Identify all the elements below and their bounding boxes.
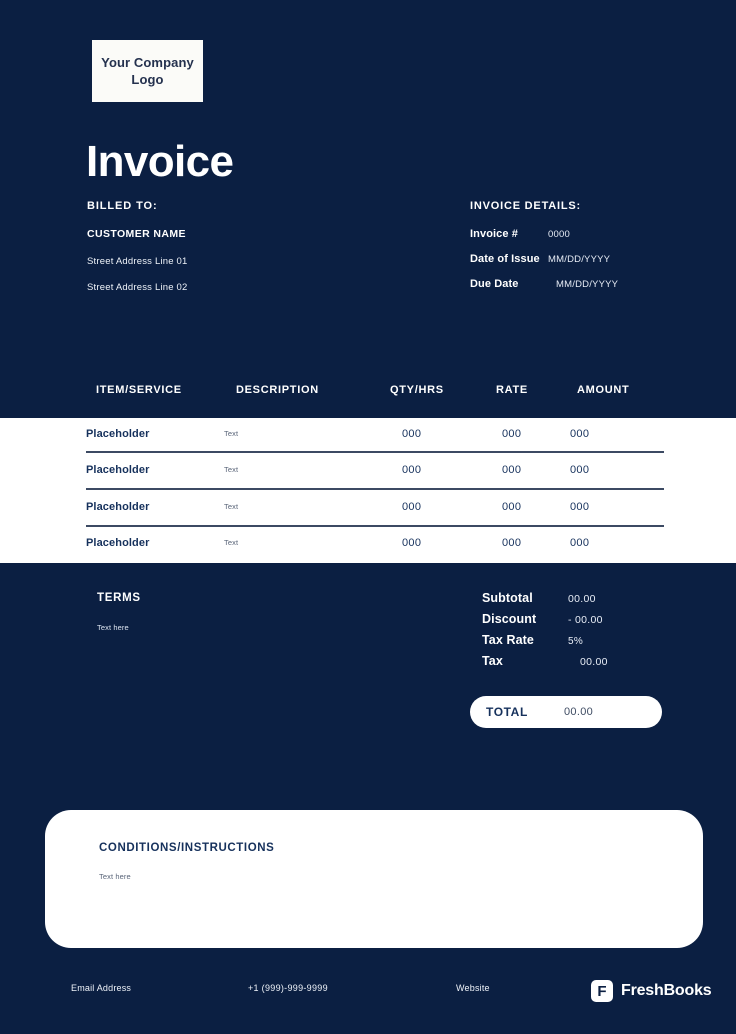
row-item[interactable]: Placeholder xyxy=(86,533,149,553)
date-of-issue-label: Date of Issue xyxy=(470,253,540,265)
row-amount[interactable]: 000 xyxy=(570,497,589,517)
footer-email[interactable]: Email Address xyxy=(71,983,131,993)
row-description[interactable]: Text xyxy=(224,533,238,553)
line-items-table-body: Placeholder Text 000 000 000 Placeholder… xyxy=(0,418,736,563)
total-row: TOTAL 00.00 xyxy=(470,696,662,728)
terms-text[interactable]: Text here xyxy=(97,623,141,632)
subtotal-row: Subtotal 00.00 xyxy=(482,591,682,605)
footer-phone[interactable]: +1 (999)-999-9999 xyxy=(248,983,328,993)
conditions-text[interactable]: Text here xyxy=(99,872,131,881)
row-description[interactable]: Text xyxy=(224,424,238,444)
table-row[interactable]: Placeholder Text 000 000 000 xyxy=(0,460,736,496)
row-item[interactable]: Placeholder xyxy=(86,497,149,517)
row-qty[interactable]: 000 xyxy=(402,533,421,553)
conditions-heading: CONDITIONS/INSTRUCTIONS xyxy=(99,842,275,854)
table-row[interactable]: Placeholder Text 000 000 000 xyxy=(0,497,736,533)
row-divider xyxy=(86,525,664,527)
row-rate[interactable]: 000 xyxy=(502,424,521,444)
row-qty[interactable]: 000 xyxy=(402,424,421,444)
invoice-number-label: Invoice # xyxy=(470,228,518,240)
freshbooks-wordmark: FreshBooks xyxy=(621,982,712,999)
row-rate[interactable]: 000 xyxy=(502,460,521,480)
table-row[interactable]: Placeholder Text 000 000 000 xyxy=(0,424,736,460)
row-qty[interactable]: 000 xyxy=(402,497,421,517)
row-item[interactable]: Placeholder xyxy=(86,424,149,444)
date-of-issue-value[interactable]: MM/DD/YYYY xyxy=(548,254,610,265)
tax-rate-value[interactable]: 5% xyxy=(568,636,583,647)
tax-rate-label: Tax Rate xyxy=(482,633,534,647)
invoice-details-heading: INVOICE DETAILS: xyxy=(470,200,581,212)
address-line-1[interactable]: Street Address Line 01 xyxy=(87,256,417,267)
footer-website[interactable]: Website xyxy=(456,983,490,993)
page-title: Invoice xyxy=(86,137,234,186)
company-logo-line2: Logo xyxy=(131,72,164,87)
column-header-item: ITEM/SERVICE xyxy=(96,384,182,396)
row-divider xyxy=(86,451,664,453)
total-label: TOTAL xyxy=(486,705,528,719)
address-line-2[interactable]: Street Address Line 02 xyxy=(87,282,417,293)
row-amount[interactable]: 000 xyxy=(570,424,589,444)
totals-section: Subtotal 00.00 Discount - 00.00 Tax Rate… xyxy=(482,591,682,675)
tax-row: Tax 00.00 xyxy=(482,654,682,668)
row-divider xyxy=(86,488,664,490)
line-items-table-header: ITEM/SERVICE DESCRIPTION QTY/HRS RATE AM… xyxy=(0,384,736,406)
company-logo-text: Your Company Logo xyxy=(101,54,194,88)
tax-label: Tax xyxy=(482,654,503,668)
invoice-number-row: Invoice # 0000 xyxy=(470,228,700,240)
tax-rate-row: Tax Rate 5% xyxy=(482,633,682,647)
invoice-number-value[interactable]: 0000 xyxy=(548,229,570,240)
freshbooks-mark-icon: F xyxy=(591,980,613,1002)
customer-name[interactable]: CUSTOMER NAME xyxy=(87,228,417,240)
discount-label: Discount xyxy=(482,612,537,626)
terms-section: TERMS Text here xyxy=(97,592,141,632)
due-date-row: Due Date MM/DD/YYYY xyxy=(470,278,700,290)
subtotal-value: 00.00 xyxy=(568,593,596,605)
subtotal-label: Subtotal xyxy=(482,591,533,605)
invoice-page: Your Company Logo Invoice BILLED TO: CUST… xyxy=(0,0,736,1034)
total-value: 00.00 xyxy=(564,706,594,718)
due-date-label: Due Date xyxy=(470,278,519,290)
table-row[interactable]: Placeholder Text 000 000 000 xyxy=(0,533,736,569)
billed-to-section: BILLED TO: CUSTOMER NAME Street Address … xyxy=(87,200,417,308)
discount-row: Discount - 00.00 xyxy=(482,612,682,626)
company-logo-line1: Your Company xyxy=(101,54,194,70)
column-header-rate: RATE xyxy=(496,384,528,396)
footer: Email Address +1 (999)-999-9999 Website … xyxy=(0,980,736,1004)
billed-to-heading: BILLED TO: xyxy=(87,200,158,212)
invoice-details-section: INVOICE DETAILS: Invoice # 0000 Date of … xyxy=(470,200,700,303)
row-rate[interactable]: 000 xyxy=(502,497,521,517)
row-amount[interactable]: 000 xyxy=(570,533,589,553)
row-qty[interactable]: 000 xyxy=(402,460,421,480)
row-description[interactable]: Text xyxy=(224,460,238,480)
column-header-qty: QTY/HRS xyxy=(390,384,444,396)
due-date-value[interactable]: MM/DD/YYYY xyxy=(548,279,618,290)
date-of-issue-row: Date of Issue MM/DD/YYYY xyxy=(470,253,700,265)
column-header-description: DESCRIPTION xyxy=(236,384,319,396)
company-logo-placeholder[interactable]: Your Company Logo xyxy=(92,40,203,102)
discount-value[interactable]: - 00.00 xyxy=(568,614,603,626)
freshbooks-logo: F FreshBooks xyxy=(591,980,712,1002)
row-rate[interactable]: 000 xyxy=(502,533,521,553)
conditions-card: CONDITIONS/INSTRUCTIONS Text here xyxy=(45,810,703,948)
freshbooks-f-glyph: F xyxy=(597,982,607,1000)
column-header-amount: AMOUNT xyxy=(577,384,630,396)
row-item[interactable]: Placeholder xyxy=(86,460,149,480)
row-description[interactable]: Text xyxy=(224,497,238,517)
terms-heading: TERMS xyxy=(97,592,141,604)
row-amount[interactable]: 000 xyxy=(570,460,589,480)
tax-value: 00.00 xyxy=(580,656,608,668)
